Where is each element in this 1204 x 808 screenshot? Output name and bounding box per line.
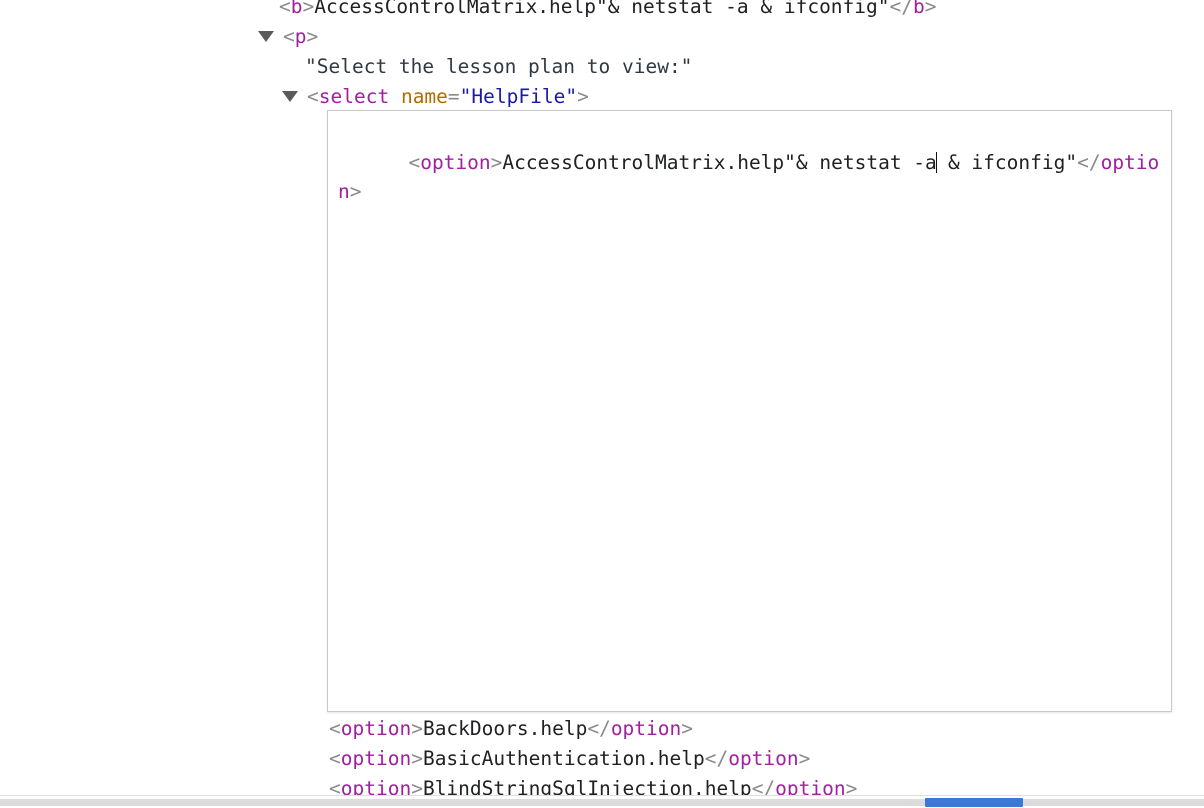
row-p-open-angle: <: [283, 25, 295, 48]
row-b-element[interactable]: <b>AccessControlMatrix.help"& netstat -a…: [279, 0, 937, 22]
row-b-element-plain: AccessControlMatrix.help"& netstat -a & …: [314, 0, 890, 18]
row-text-node-textnode: "Select the lesson plan to view:": [305, 55, 693, 78]
row-option-basicauth-plain: BasicAuthentication.help: [422, 747, 705, 770]
edit-close-angle-close: >: [349, 180, 362, 203]
row-select-open-attrname: name: [400, 85, 448, 108]
row-option-backdoors-angle: </: [587, 717, 611, 740]
horizontal-scrollbar[interactable]: [0, 795, 1204, 808]
row-option-backdoors-angle: >: [681, 717, 694, 740]
edit-value-after-caret: & ifconfig": [936, 151, 1078, 174]
row-b-element-tag: b: [913, 0, 925, 18]
row-b-element-angle: >: [924, 0, 937, 18]
row-option-backdoors-angle: <: [329, 717, 341, 740]
row-option-basicauth-tag: option: [340, 747, 412, 770]
row-option-basicauth-angle: </: [704, 747, 729, 770]
edit-open-angle: <: [408, 151, 421, 174]
row-select-open-attrval: "HelpFile": [459, 85, 578, 108]
row-b-element-tag: b: [290, 0, 303, 18]
row-select-open-angle: =: [447, 85, 460, 108]
scrollbar-thumb[interactable]: [925, 798, 1023, 807]
inline-node-editor-text[interactable]: <option>AccessControlMatrix.help"& netst…: [338, 119, 1167, 235]
row-option-basicauth-tag: option: [728, 747, 799, 770]
row-select-open-tag: select: [318, 85, 390, 108]
row-p-open-tag: p: [294, 25, 307, 48]
disclosure-triangle-icon[interactable]: [282, 91, 298, 102]
row-text-node[interactable]: "Select the lesson plan to view:": [305, 52, 692, 82]
row-select-open-angle: <: [307, 85, 319, 108]
row-b-element-angle: <: [279, 0, 291, 18]
edit-value-before-caret: AccessControlMatrix.help"& netstat -a: [502, 151, 937, 174]
disclosure-triangle-icon[interactable]: [258, 31, 274, 42]
scrollbar-track[interactable]: [0, 799, 1204, 806]
row-option-basicauth-angle: <: [329, 747, 341, 770]
inline-node-editor[interactable]: <option>AccessControlMatrix.help"& netst…: [327, 110, 1172, 712]
row-p-open[interactable]: <p>: [283, 22, 318, 52]
row-option-backdoors[interactable]: <option>BackDoors.help</option>: [329, 714, 693, 744]
edit-open-tag-name: option: [420, 151, 491, 174]
row-select-open-plain: [389, 85, 401, 108]
dom-tree-panel[interactable]: <b>AccessControlMatrix.help"& netstat -a…: [0, 0, 1204, 808]
row-option-basicauth-angle: >: [411, 747, 423, 770]
row-option-basicauth-angle: >: [798, 747, 811, 770]
row-option-backdoors-tag: option: [610, 717, 682, 740]
row-select-open[interactable]: <select name="HelpFile">: [307, 82, 589, 112]
edit-close-angle: </: [1077, 151, 1101, 174]
row-select-open-angle: >: [577, 85, 589, 108]
row-option-backdoors-angle: >: [411, 717, 423, 740]
row-option-backdoors-tag: option: [340, 717, 412, 740]
row-option-backdoors-plain: BackDoors.help: [422, 717, 588, 740]
row-option-basicauth[interactable]: <option>BasicAuthentication.help</option…: [329, 744, 810, 774]
row-p-open-angle: >: [306, 25, 319, 48]
row-b-element-angle: >: [302, 0, 315, 18]
edit-open-angle-close: >: [490, 151, 503, 174]
row-b-element-angle: </: [889, 0, 913, 18]
